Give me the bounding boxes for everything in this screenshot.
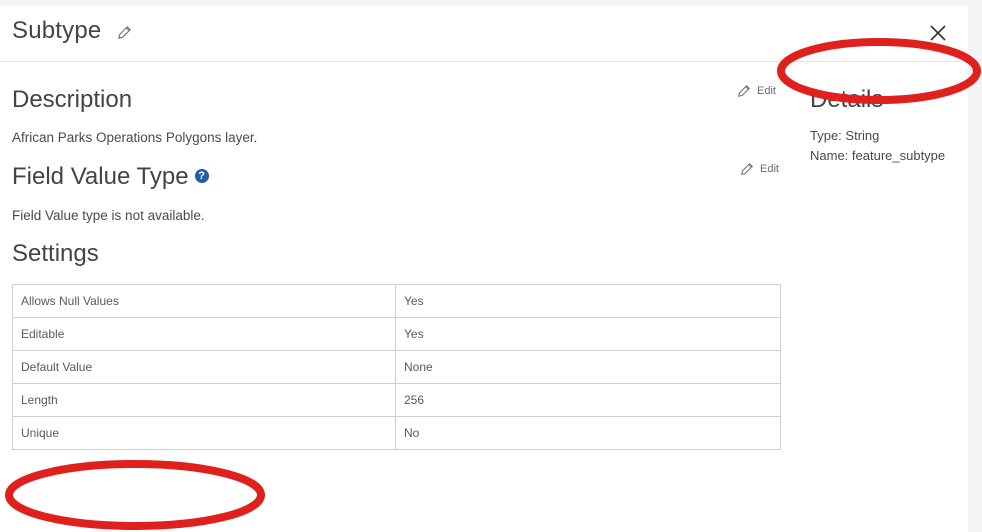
table-row: Default Value None [12,350,781,384]
pencil-icon [740,162,754,176]
setting-label: Default Value [12,350,396,384]
table-row: Length 256 [12,383,781,417]
details-name: Name: feature_subtype [810,148,946,163]
page-title: Subtype [12,17,102,44]
table-row: Allows Null Values Yes [12,284,781,318]
field-value-type-label: Field Value Type [12,163,189,190]
panel-header: Subtype [0,6,968,62]
edit-field-value-type-button[interactable]: Edit [740,162,779,176]
setting-label: Unique [12,416,396,450]
edit-label: Edit [757,85,776,97]
edit-label: Edit [760,163,779,175]
edit-description-button[interactable]: Edit [737,84,776,98]
description-title: Description [12,86,133,113]
setting-value: None [395,350,781,384]
field-value-type-text: Field Value type is not available. [12,208,205,223]
table-row: Unique No [12,416,781,450]
pencil-icon [737,84,751,98]
close-icon[interactable] [927,22,949,44]
field-value-type-title: Field Value Type? [12,163,209,191]
settings-table: Allows Null Values Yes Editable Yes Defa… [12,284,781,450]
settings-title: Settings [12,240,99,267]
details-title: Details [810,86,884,113]
setting-value: Yes [395,317,781,351]
setting-value: 256 [395,383,781,417]
subtype-panel: Subtype Description Edit African Parks O… [0,6,968,532]
setting-label: Editable [12,317,396,351]
description-text: African Parks Operations Polygons layer. [12,130,258,145]
details-type: Type: String [810,128,880,143]
pencil-icon[interactable] [117,25,132,40]
setting-label: Length [12,383,396,417]
setting-value: No [395,416,781,450]
setting-value: Yes [395,284,781,318]
table-row: Editable Yes [12,317,781,351]
setting-label: Allows Null Values [12,284,396,318]
help-icon[interactable]: ? [194,168,209,183]
